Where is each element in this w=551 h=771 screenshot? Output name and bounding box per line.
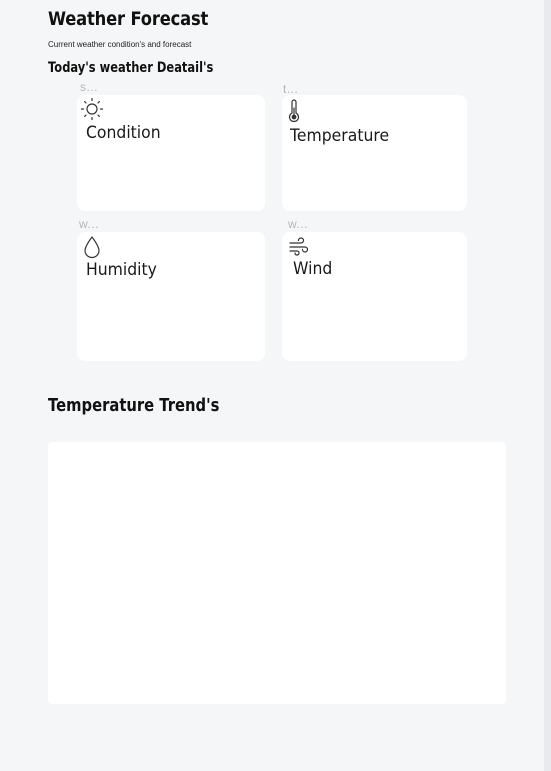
temperature-card: Temperature [282,95,467,211]
humidity-label: Humidity [86,260,157,280]
thermometer-icon [286,99,302,128]
wind-card-caption: w... [288,217,309,231]
humidity-card: Humidity [77,232,265,361]
wind-label: Wind [293,259,333,279]
temperature-label: Temperature [290,126,390,146]
details-section-title: Today's weather Deatail's [48,60,214,76]
condition-card: Condition [77,95,265,211]
page-title: Weather Forecast [48,8,209,30]
temperature-trend-chart [48,442,506,704]
trend-section-title: Temperature Trend's [48,395,220,416]
scrollbar-track[interactable] [544,0,551,771]
condition-label: Condition [86,123,161,143]
condition-card-caption: s... [80,80,99,94]
sun-icon [80,97,104,126]
humidity-card-caption: w... [79,217,100,231]
page-subtitle: Current weather condition's and forecast [48,40,192,49]
wind-card: Wind [282,232,467,361]
temperature-card-caption: t... [283,82,299,96]
